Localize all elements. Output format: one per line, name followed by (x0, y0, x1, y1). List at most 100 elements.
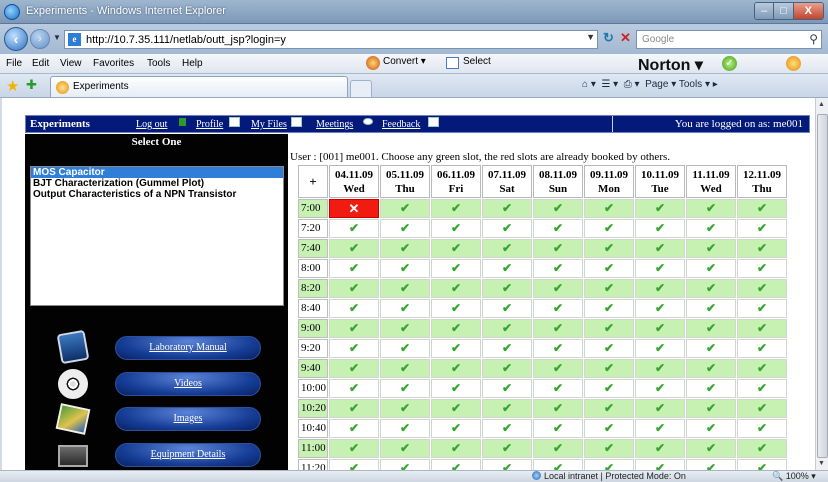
available-slot-check-icon[interactable]: ✔ (737, 339, 787, 358)
available-slot-check-icon[interactable]: ✔ (431, 339, 481, 358)
available-slot-check-icon[interactable]: ✔ (533, 459, 583, 470)
available-slot-check-icon[interactable]: ✔ (329, 259, 379, 278)
available-slot-check-icon[interactable]: ✔ (431, 279, 481, 298)
available-slot-check-icon[interactable]: ✔ (584, 319, 634, 338)
available-slot-check-icon[interactable]: ✔ (482, 459, 532, 470)
available-slot-check-icon[interactable]: ✔ (533, 439, 583, 458)
available-slot-check-icon[interactable]: ✔ (584, 419, 634, 438)
equipment-details-button[interactable]: Equipment Details (55, 437, 295, 470)
available-slot-check-icon[interactable]: ✔ (329, 299, 379, 318)
available-slot-check-icon[interactable]: ✔ (431, 199, 481, 218)
available-slot-check-icon[interactable]: ✔ (635, 419, 685, 438)
available-slot-check-icon[interactable]: ✔ (482, 279, 532, 298)
available-slot-check-icon[interactable]: ✔ (737, 319, 787, 338)
available-slot-check-icon[interactable]: ✔ (482, 219, 532, 238)
available-slot-check-icon[interactable]: ✔ (686, 219, 736, 238)
available-slot-check-icon[interactable]: ✔ (431, 259, 481, 278)
available-slot-check-icon[interactable]: ✔ (380, 379, 430, 398)
my-files-link[interactable]: My Files (251, 119, 287, 130)
available-slot-check-icon[interactable]: ✔ (737, 199, 787, 218)
available-slot-check-icon[interactable]: ✔ (482, 359, 532, 378)
available-slot-check-icon[interactable]: ✔ (635, 319, 685, 338)
forward-button[interactable]: › (30, 29, 50, 49)
available-slot-check-icon[interactable]: ✔ (584, 239, 634, 258)
available-slot-check-icon[interactable]: ✔ (635, 359, 685, 378)
available-slot-check-icon[interactable]: ✔ (380, 439, 430, 458)
available-slot-check-icon[interactable]: ✔ (329, 379, 379, 398)
available-slot-check-icon[interactable]: ✔ (482, 259, 532, 278)
available-slot-check-icon[interactable]: ✔ (329, 359, 379, 378)
available-slot-check-icon[interactable]: ✔ (431, 359, 481, 378)
select-button[interactable]: Select (446, 56, 491, 69)
available-slot-check-icon[interactable]: ✔ (584, 399, 634, 418)
available-slot-check-icon[interactable]: ✔ (686, 199, 736, 218)
available-slot-check-icon[interactable]: ✔ (737, 439, 787, 458)
available-slot-check-icon[interactable]: ✔ (482, 399, 532, 418)
available-slot-check-icon[interactable]: ✔ (635, 299, 685, 318)
available-slot-check-icon[interactable]: ✔ (584, 299, 634, 318)
security-zone[interactable]: Local intranet | Protected Mode: On (532, 471, 686, 482)
zoom-level[interactable]: 🔍 100% ▾ (772, 471, 816, 482)
available-slot-check-icon[interactable]: ✔ (533, 419, 583, 438)
available-slot-check-icon[interactable]: ✔ (431, 219, 481, 238)
available-slot-check-icon[interactable]: ✔ (584, 279, 634, 298)
address-dropdown-icon[interactable]: ▼ (586, 32, 595, 42)
available-slot-check-icon[interactable]: ✔ (584, 439, 634, 458)
menu-file[interactable]: File (6, 58, 22, 69)
scroll-down-icon[interactable]: ▼ (818, 460, 825, 467)
laboratory-manual-button[interactable]: Laboratory Manual (55, 329, 295, 366)
available-slot-check-icon[interactable]: ✔ (329, 339, 379, 358)
available-slot-check-icon[interactable]: ✔ (686, 339, 736, 358)
available-slot-check-icon[interactable]: ✔ (686, 399, 736, 418)
laboratory-manual-pill[interactable]: Laboratory Manual (115, 336, 261, 360)
available-slot-check-icon[interactable]: ✔ (533, 319, 583, 338)
available-slot-check-icon[interactable]: ✔ (431, 439, 481, 458)
videos-pill[interactable]: Videos (115, 372, 261, 396)
available-slot-check-icon[interactable]: ✔ (737, 459, 787, 470)
available-slot-check-icon[interactable]: ✔ (533, 379, 583, 398)
available-slot-check-icon[interactable]: ✔ (533, 299, 583, 318)
available-slot-check-icon[interactable]: ✔ (635, 379, 685, 398)
recent-pages-dropdown-icon[interactable]: ▼ (53, 33, 61, 42)
norton-safe-web-icon[interactable]: ✓ (722, 56, 737, 71)
available-slot-check-icon[interactable]: ✔ (686, 379, 736, 398)
scroll-up-icon[interactable]: ▲ (818, 101, 825, 108)
available-slot-check-icon[interactable]: ✔ (635, 219, 685, 238)
available-slot-check-icon[interactable]: ✔ (686, 299, 736, 318)
available-slot-check-icon[interactable]: ✔ (380, 299, 430, 318)
available-slot-check-icon[interactable]: ✔ (380, 419, 430, 438)
profile-link[interactable]: Profile (196, 119, 223, 130)
search-icon[interactable]: ⚲ (809, 32, 818, 46)
available-slot-check-icon[interactable]: ✔ (482, 439, 532, 458)
available-slot-check-icon[interactable]: ✔ (635, 239, 685, 258)
vertical-scrollbar[interactable]: ▲ ▼ (815, 98, 828, 470)
menu-view[interactable]: View (60, 58, 82, 69)
available-slot-check-icon[interactable]: ✔ (533, 339, 583, 358)
available-slot-check-icon[interactable]: ✔ (635, 259, 685, 278)
available-slot-check-icon[interactable]: ✔ (329, 279, 379, 298)
available-slot-check-icon[interactable]: ✔ (380, 219, 430, 238)
available-slot-check-icon[interactable]: ✔ (380, 319, 430, 338)
available-slot-check-icon[interactable]: ✔ (686, 459, 736, 470)
new-tab-button[interactable] (350, 80, 372, 97)
available-slot-check-icon[interactable]: ✔ (737, 259, 787, 278)
minimize-button[interactable]: – (755, 3, 775, 19)
available-slot-check-icon[interactable]: ✔ (584, 219, 634, 238)
experiment-option-npn-output[interactable]: Output Characteristics of a NPN Transist… (31, 189, 283, 200)
available-slot-check-icon[interactable]: ✔ (431, 239, 481, 258)
available-slot-check-icon[interactable]: ✔ (329, 219, 379, 238)
available-slot-check-icon[interactable]: ✔ (329, 319, 379, 338)
address-field[interactable]: e http://10.7.35.111/netlab/outt_jsp?log… (64, 30, 598, 49)
available-slot-check-icon[interactable]: ✔ (584, 339, 634, 358)
available-slot-check-icon[interactable]: ✔ (329, 399, 379, 418)
available-slot-check-icon[interactable]: ✔ (737, 399, 787, 418)
available-slot-check-icon[interactable]: ✔ (482, 239, 532, 258)
available-slot-check-icon[interactable]: ✔ (737, 239, 787, 258)
available-slot-check-icon[interactable]: ✔ (329, 459, 379, 470)
back-button[interactable]: ‹ (4, 27, 28, 51)
available-slot-check-icon[interactable]: ✔ (635, 439, 685, 458)
available-slot-check-icon[interactable]: ✔ (533, 279, 583, 298)
available-slot-check-icon[interactable]: ✔ (380, 239, 430, 258)
menu-tools[interactable]: Tools (147, 58, 170, 69)
available-slot-check-icon[interactable]: ✔ (635, 339, 685, 358)
